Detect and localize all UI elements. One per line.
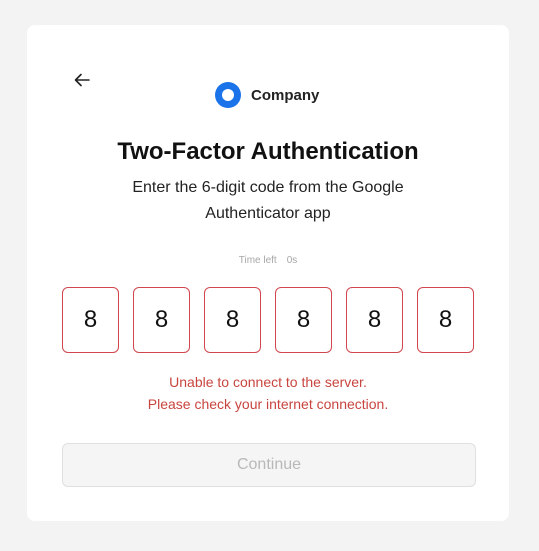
code-digit-input[interactable]: 8 (275, 287, 332, 353)
auth-card: Company Two-Factor Authentication Enter … (27, 25, 509, 521)
timer-value: 0s (286, 255, 298, 266)
page-subtitle: Enter the 6-digit code from the Google A… (132, 179, 404, 222)
page-title: Two-Factor Authentication (117, 138, 419, 165)
code-digit-input[interactable]: 8 (204, 287, 261, 353)
arrow-left-icon (74, 73, 90, 87)
code-digit-input[interactable]: 8 (417, 287, 474, 353)
error-line-2: Please check your internet connection. (147, 396, 389, 412)
back-button[interactable] (71, 69, 93, 91)
continue-button[interactable]: Continue (62, 443, 476, 487)
code-digit-input[interactable]: 8 (62, 287, 119, 353)
ring-logo-icon (215, 82, 241, 108)
error-message: Unable to connect to the server. Please … (27, 371, 509, 415)
brand-name: Company (251, 86, 320, 104)
brand: Company (215, 82, 319, 108)
timer-label: Time left (238, 255, 277, 266)
error-line-1: Unable to connect to the server. (169, 374, 367, 390)
code-input-group: 8 8 8 8 8 8 (62, 287, 474, 353)
code-digit-input[interactable]: 8 (133, 287, 190, 353)
timer: Time left 0s (27, 255, 509, 266)
code-digit-input[interactable]: 8 (346, 287, 403, 353)
